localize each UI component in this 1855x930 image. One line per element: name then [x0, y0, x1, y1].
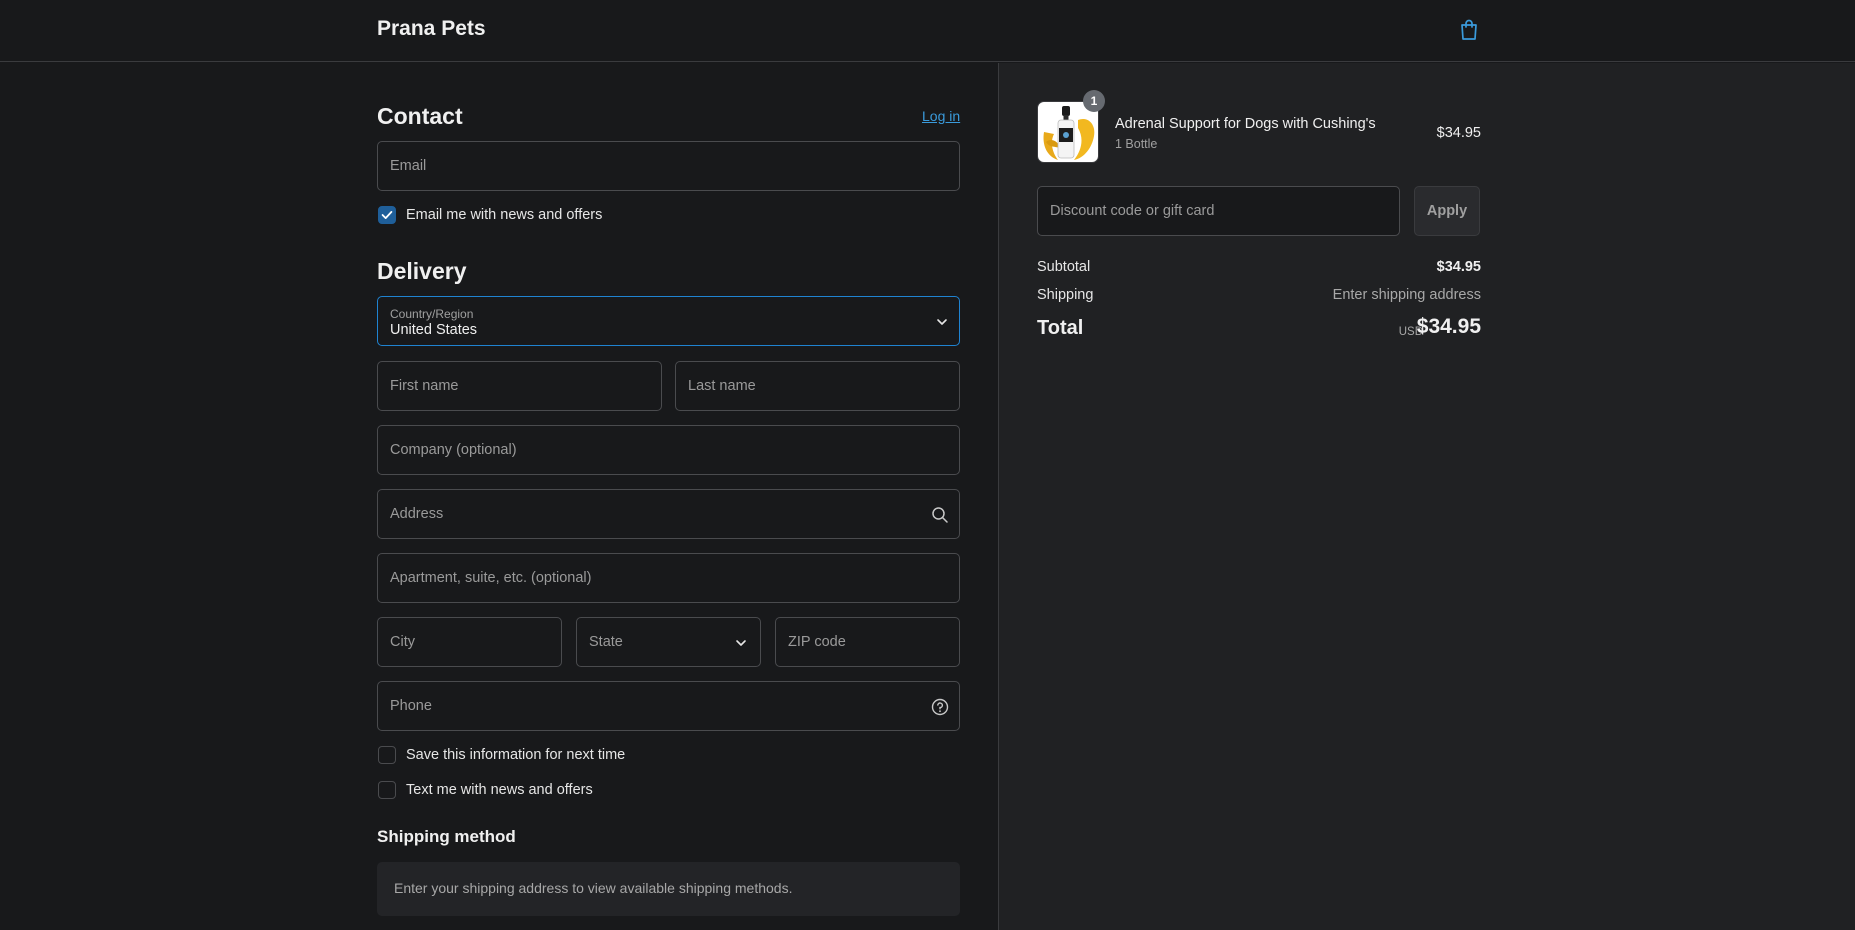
- header: Prana Pets: [0, 0, 1855, 62]
- discount-field[interactable]: [1037, 186, 1400, 236]
- shipping-label: Shipping: [1037, 287, 1094, 303]
- product-price: $34.95: [1436, 125, 1481, 141]
- subtotal-value: $34.95: [1436, 259, 1481, 275]
- discount-input[interactable]: [1038, 187, 1399, 235]
- login-link[interactable]: Log in: [922, 108, 960, 124]
- zip-input[interactable]: [776, 618, 959, 666]
- email-field[interactable]: [377, 141, 960, 191]
- company-field[interactable]: [377, 425, 960, 475]
- product-variant: 1 Bottle: [1115, 137, 1158, 151]
- subtotal-label: Subtotal: [1037, 259, 1091, 275]
- zip-field[interactable]: [775, 617, 960, 667]
- save-info-checkbox[interactable]: [378, 746, 396, 764]
- shipping-method-message: Enter your shipping address to view avai…: [394, 880, 793, 896]
- country-value: United States: [390, 322, 478, 338]
- phone-field[interactable]: [377, 681, 960, 731]
- checkmark-icon: [381, 211, 393, 219]
- shipping-value: Enter shipping address: [1332, 287, 1481, 303]
- save-info-label: Save this information for next time: [406, 747, 626, 763]
- text-me-checkbox[interactable]: [378, 781, 396, 799]
- quantity-badge: 1: [1083, 90, 1105, 112]
- order-summary: 1 Adrenal Support for Dogs with Cushing'…: [998, 63, 1855, 930]
- company-input[interactable]: [378, 426, 959, 474]
- checkout-form: Contact Log in Email me with news and of…: [0, 63, 998, 930]
- address-input[interactable]: [378, 490, 959, 538]
- apartment-field[interactable]: [377, 553, 960, 603]
- country-label: Country/Region: [390, 307, 474, 321]
- first-name-field[interactable]: [377, 361, 662, 411]
- total-label: Total: [1037, 317, 1084, 339]
- apartment-input[interactable]: [378, 554, 959, 602]
- total-value: $34.95: [1416, 315, 1481, 338]
- chevron-down-icon: [937, 319, 947, 325]
- phone-input[interactable]: [378, 682, 959, 730]
- last-name-input[interactable]: [676, 362, 959, 410]
- store-logo[interactable]: Prana Pets: [377, 17, 486, 41]
- apply-button[interactable]: Apply: [1414, 186, 1480, 236]
- city-input[interactable]: [378, 618, 561, 666]
- contact-heading: Contact: [377, 103, 463, 129]
- text-me-label: Text me with news and offers: [406, 782, 593, 798]
- delivery-heading: Delivery: [377, 258, 467, 284]
- shopping-bag-icon[interactable]: [1459, 19, 1479, 41]
- chevron-down-icon: [736, 640, 746, 646]
- state-placeholder: State: [589, 634, 623, 650]
- address-field[interactable]: [377, 489, 960, 539]
- country-select[interactable]: Country/Region United States: [377, 296, 960, 346]
- first-name-input[interactable]: [378, 362, 661, 410]
- product-name: Adrenal Support for Dogs with Cushing's: [1115, 116, 1376, 132]
- email-input[interactable]: [378, 142, 959, 190]
- shipping-method-heading: Shipping method: [377, 827, 516, 846]
- email-news-label: Email me with news and offers: [406, 207, 603, 223]
- help-circle-icon[interactable]: [931, 698, 949, 716]
- email-news-checkbox[interactable]: [378, 206, 396, 224]
- shipping-method-notice: Enter your shipping address to view avai…: [377, 862, 960, 916]
- city-field[interactable]: [377, 617, 562, 667]
- search-icon[interactable]: [931, 506, 949, 524]
- last-name-field[interactable]: [675, 361, 960, 411]
- state-select[interactable]: State: [576, 617, 761, 667]
